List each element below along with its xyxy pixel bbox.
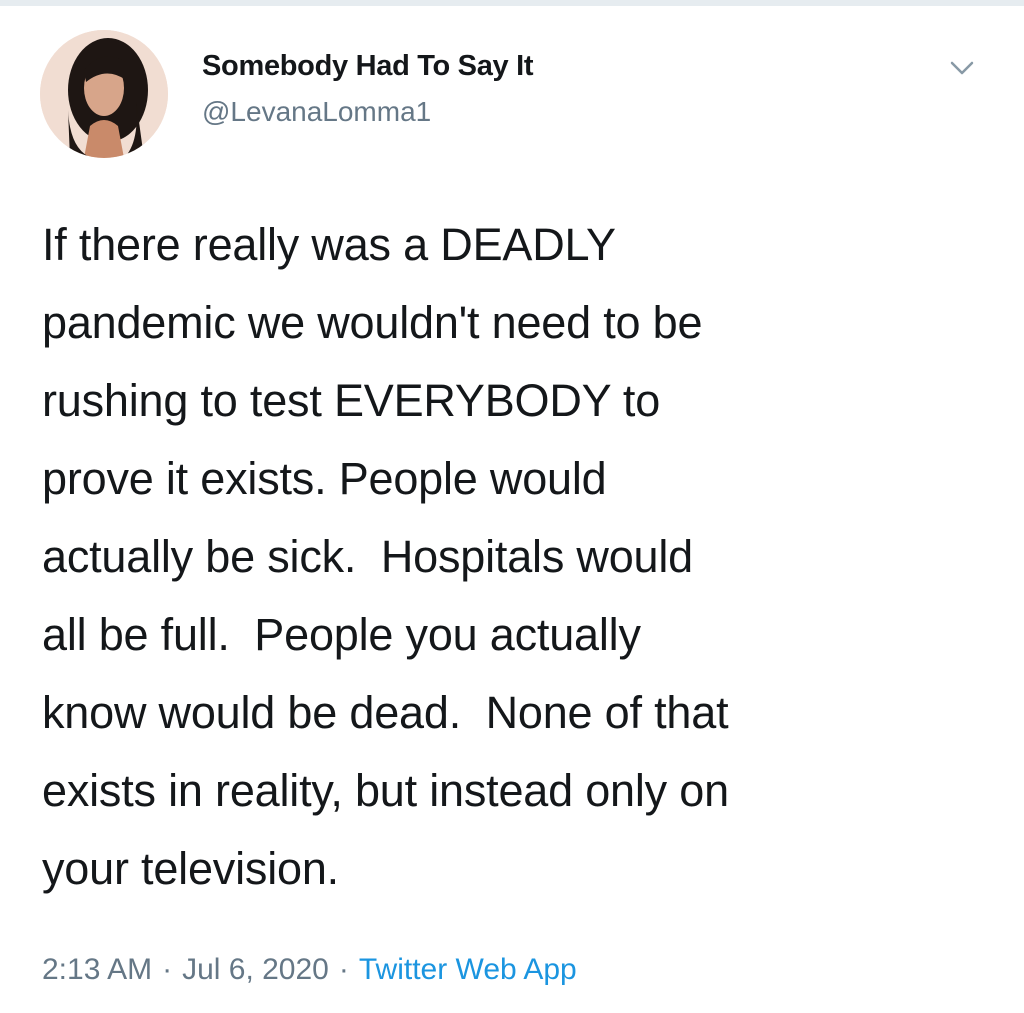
tweet-metadata: 2:13 AM · Jul 6, 2020 · Twitter Web App — [42, 948, 577, 992]
display-name[interactable]: Somebody Had To Say It — [202, 46, 534, 86]
chevron-down-icon[interactable] — [944, 50, 980, 86]
tweet-header: Somebody Had To Say It @LevanaLomma1 — [40, 28, 984, 168]
tweet-date[interactable]: Jul 6, 2020 — [182, 953, 329, 986]
user-handle[interactable]: @LevanaLomma1 — [202, 92, 533, 132]
tweet-text: If there really was a DEADLY pandemic we… — [42, 219, 729, 894]
separator-dot: · — [338, 953, 349, 986]
tweet-source-link[interactable]: Twitter Web App — [359, 953, 577, 986]
top-divider — [0, 0, 1024, 6]
separator-dot: · — [162, 953, 173, 986]
user-info: Somebody Had To Say It @LevanaLomma1 — [202, 46, 534, 132]
profile-photo-icon — [40, 30, 168, 158]
avatar[interactable] — [40, 30, 168, 158]
tweet-time[interactable]: 2:13 AM — [42, 953, 152, 986]
